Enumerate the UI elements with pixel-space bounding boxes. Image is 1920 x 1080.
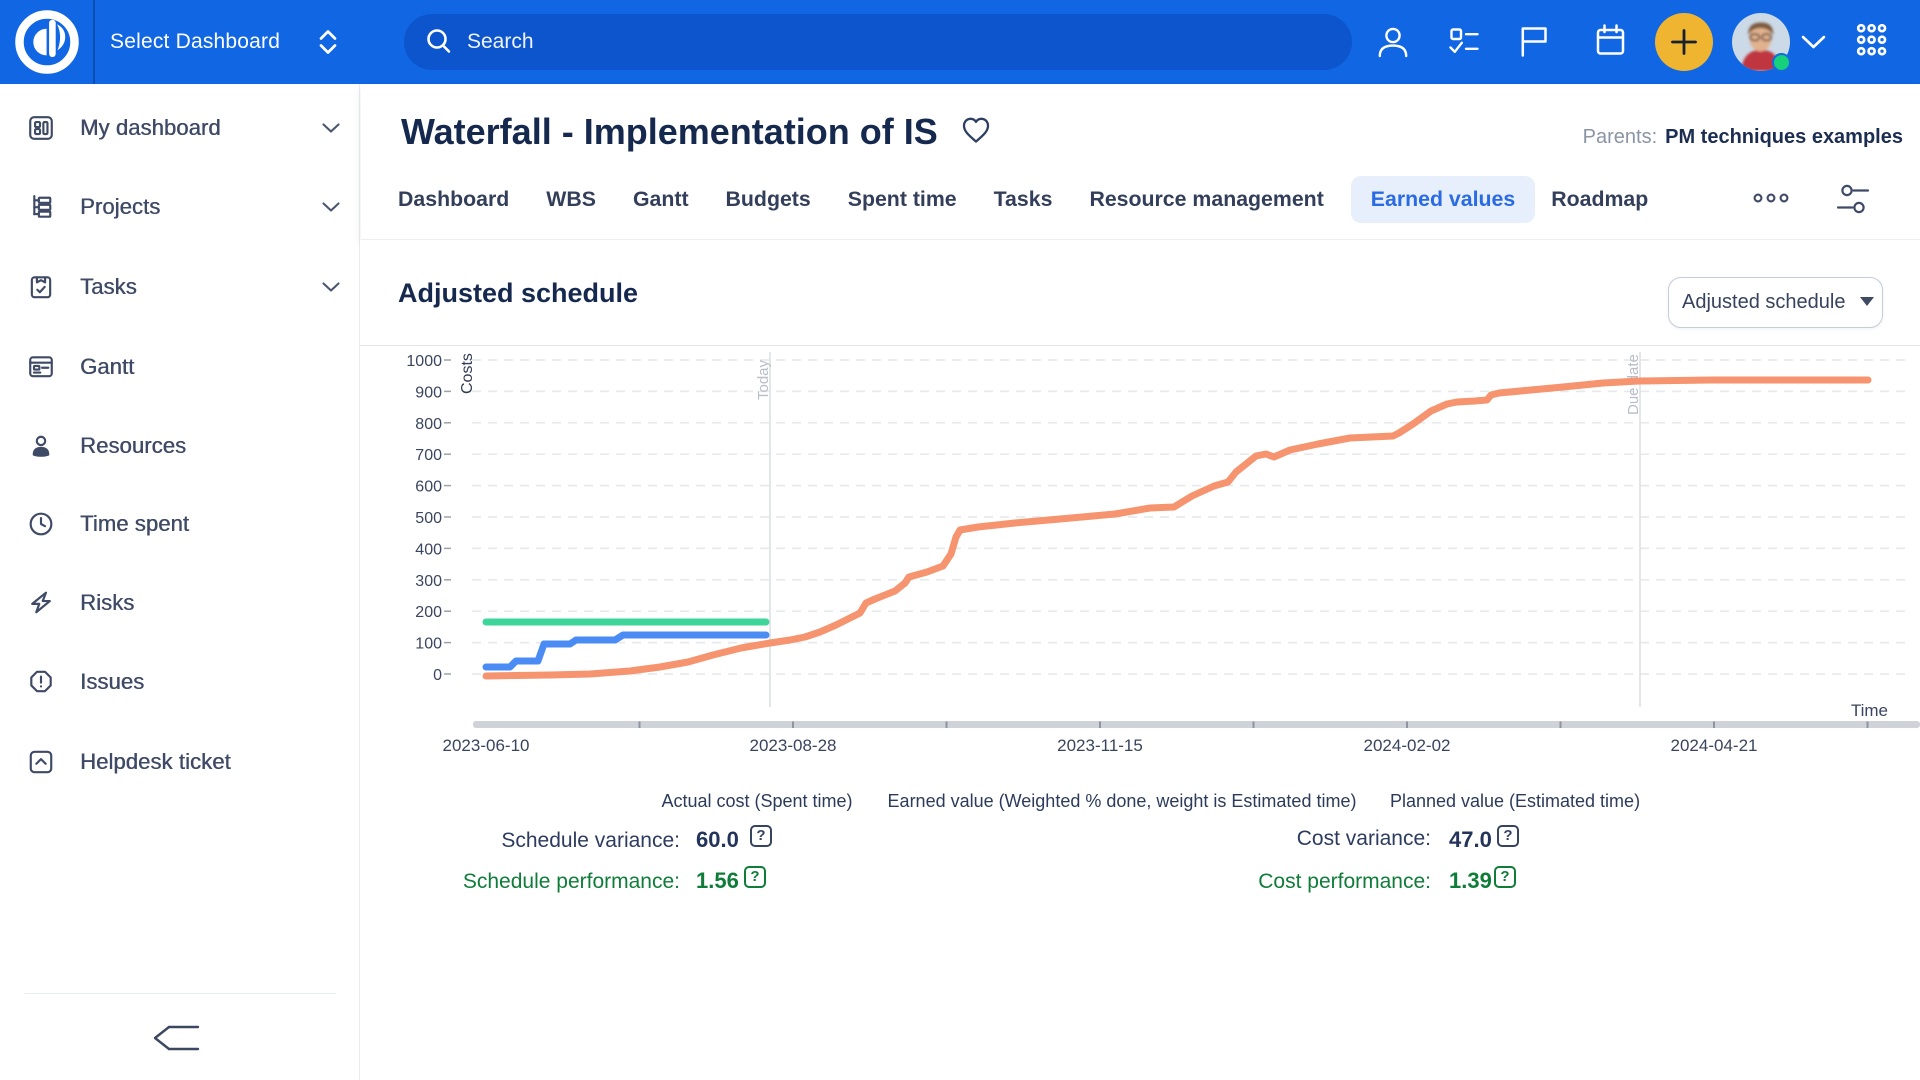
svg-text:Today: Today: [755, 359, 772, 400]
svg-text:2023-06-10: 2023-06-10: [443, 736, 530, 755]
svg-text:Time: Time: [1851, 701, 1888, 720]
svg-text:2023-08-28: 2023-08-28: [750, 736, 837, 755]
svg-text:2024-02-02: 2024-02-02: [1364, 736, 1451, 755]
svg-text:500: 500: [415, 510, 442, 527]
svg-text:1000: 1000: [406, 353, 442, 370]
svg-text:900: 900: [415, 384, 442, 401]
svg-text:400: 400: [415, 541, 442, 558]
svg-text:Costs: Costs: [459, 353, 476, 394]
svg-text:300: 300: [415, 573, 442, 590]
svg-text:2024-04-21: 2024-04-21: [1671, 736, 1758, 755]
svg-text:0: 0: [433, 667, 442, 684]
svg-text:200: 200: [415, 604, 442, 621]
svg-text:800: 800: [415, 416, 442, 433]
svg-text:2023-11-15: 2023-11-15: [1057, 736, 1143, 755]
svg-text:100: 100: [415, 636, 442, 653]
svg-text:600: 600: [415, 479, 442, 496]
svg-text:700: 700: [415, 447, 442, 464]
